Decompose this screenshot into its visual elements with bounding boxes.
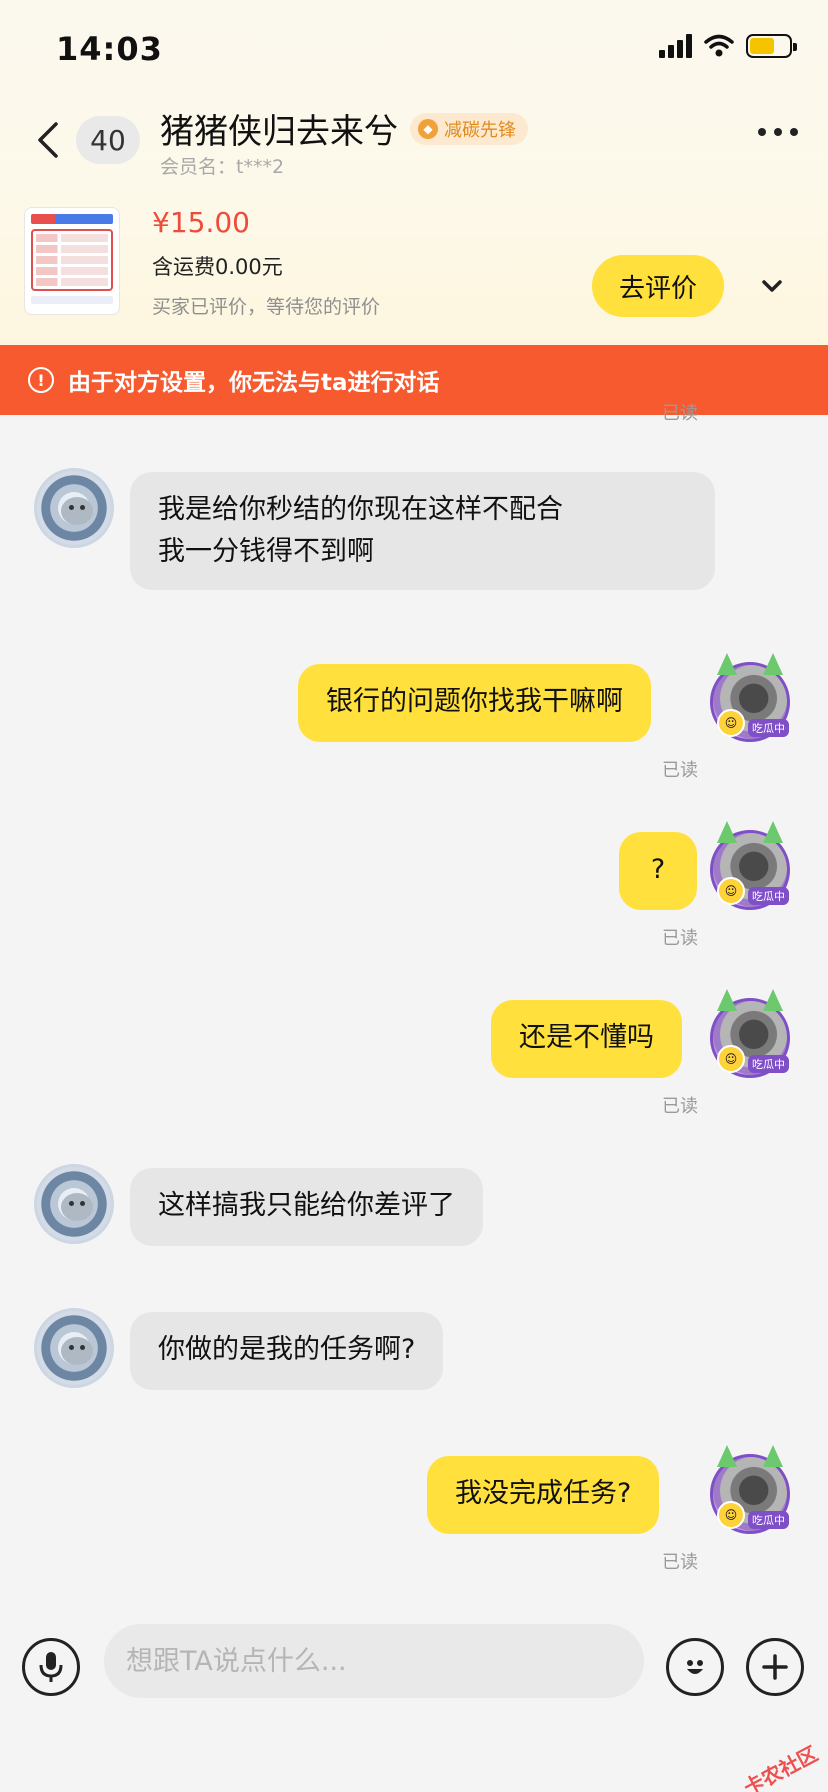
emoji-icon: ☺ xyxy=(717,1501,745,1529)
evaluation-note: 买家已评价，等待您的评价 xyxy=(152,296,381,318)
plus-button[interactable] xyxy=(746,1638,804,1696)
member-tag-label: 减碳先锋 xyxy=(444,120,516,141)
input-bar: 卡农社区 xyxy=(0,1612,828,1792)
status-indicators xyxy=(659,34,797,58)
unread-count-badge: 40 xyxy=(76,116,140,164)
leaf-icon: ◆ xyxy=(418,119,438,139)
my-avatar[interactable]: ☺ 吃瓜中 xyxy=(710,653,790,742)
status-time: 14:03 xyxy=(56,30,163,68)
my-avatar[interactable]: ☺ 吃瓜中 xyxy=(710,1445,790,1534)
message-bubble-incoming: 你做的是我的任务啊? xyxy=(130,1312,444,1390)
emoji-icon xyxy=(687,1660,703,1674)
member-name: 会员名：t***2 xyxy=(160,156,285,178)
order-price: ¥15.00 xyxy=(152,206,250,239)
avatar-badge: 吃瓜中 xyxy=(748,1055,789,1073)
read-status: 已读 xyxy=(662,403,698,424)
microphone-icon xyxy=(39,1652,63,1682)
warning-text: 由于对方设置，你无法与ta进行对话 xyxy=(68,370,440,396)
avatar-badge: 吃瓜中 xyxy=(748,1511,789,1529)
order-shipping: 含运费0.00元 xyxy=(152,255,283,279)
expand-button[interactable] xyxy=(756,270,788,302)
more-button[interactable] xyxy=(758,128,798,136)
message-bubble-outgoing: 我没完成任务? xyxy=(427,1456,660,1534)
my-avatar[interactable]: ☺ 吃瓜中 xyxy=(710,821,790,910)
voice-button[interactable] xyxy=(22,1638,80,1696)
avatar-badge: 吃瓜中 xyxy=(748,887,789,905)
plus-icon xyxy=(762,1654,788,1680)
back-button[interactable] xyxy=(28,112,68,168)
signal-icon xyxy=(659,34,692,58)
product-thumbnail[interactable] xyxy=(24,207,120,315)
emoji-icon: ☺ xyxy=(717,1045,745,1073)
watermark: 卡农社区 xyxy=(739,1741,822,1792)
member-tag: ◆ 减碳先锋 xyxy=(410,113,528,145)
contact-avatar[interactable] xyxy=(34,1164,114,1244)
emoji-icon: ☺ xyxy=(717,877,745,905)
wifi-icon xyxy=(704,34,734,57)
message-bubble-incoming: 这样搞我只能给你差评了 xyxy=(130,1168,483,1246)
avatar-badge: 吃瓜中 xyxy=(748,719,789,737)
read-status: 已读 xyxy=(662,760,698,781)
chat-header: 14:03 40 猪猪侠归去来兮 ◆ 减碳先锋 会员名：t***2 ¥15.00… xyxy=(0,0,828,345)
message-bubble-outgoing: 银行的问题你找我干嘛啊 xyxy=(298,664,651,742)
warning-banner: ! 由于对方设置，你无法与ta进行对话 xyxy=(0,345,828,415)
emoji-icon: ☺ xyxy=(717,709,745,737)
back-icon xyxy=(38,122,58,158)
battery-icon xyxy=(746,34,797,58)
contact-avatar[interactable] xyxy=(34,1308,114,1388)
message-bubble-outgoing: 还是不懂吗 xyxy=(491,1000,682,1078)
my-avatar[interactable]: ☺ 吃瓜中 xyxy=(710,989,790,1078)
chevron-down-icon xyxy=(762,280,782,292)
read-status: 已读 xyxy=(662,928,698,949)
message-bubble-incoming: 我是给你秒结的你现在这样不配合 我一分钱得不到啊 xyxy=(130,472,715,590)
message-input[interactable] xyxy=(104,1624,644,1698)
contact-avatar[interactable] xyxy=(34,468,114,548)
message-bubble-outgoing: ? xyxy=(619,832,697,910)
chat-title: 猪猪侠归去来兮 xyxy=(160,112,398,152)
evaluate-button[interactable]: 去评价 xyxy=(592,255,724,317)
read-status: 已读 xyxy=(662,1096,698,1117)
emoji-button[interactable] xyxy=(666,1638,724,1696)
read-status: 已读 xyxy=(662,1552,698,1573)
more-icon xyxy=(758,128,766,136)
warning-icon: ! xyxy=(28,367,54,393)
